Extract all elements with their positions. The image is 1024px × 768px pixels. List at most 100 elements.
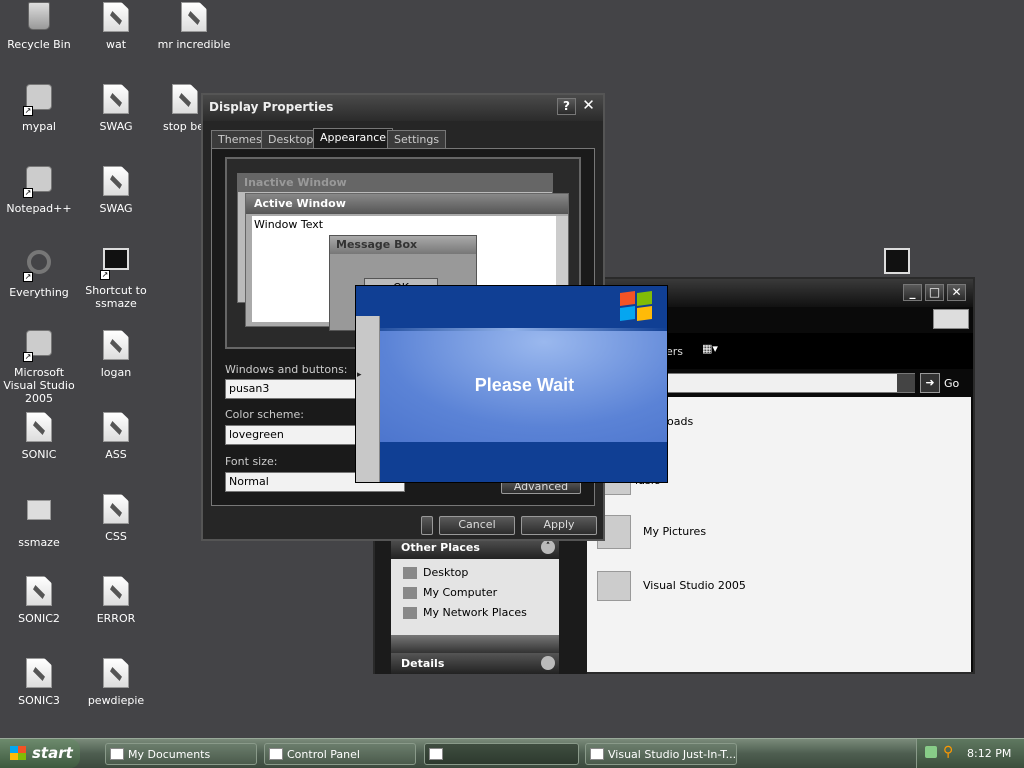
message-title: Message Box — [330, 236, 476, 254]
desktop-icon-label: SONIC — [21, 448, 57, 461]
go-button[interactable]: Go — [944, 377, 959, 390]
display-properties-titlebar[interactable]: Display Properties ? ✕ — [203, 95, 603, 121]
computer-icon — [403, 587, 417, 599]
maximize-button[interactable]: □ — [925, 284, 944, 301]
search-icon: ↗ — [23, 250, 55, 282]
views-icon[interactable]: ▦▾ — [702, 342, 732, 360]
desktop-icon-item[interactable]: ↗ Shortcut to ssmaze — [77, 248, 155, 310]
desktop-icon-item[interactable]: ↗ mypal — [0, 84, 78, 133]
close-button[interactable]: ✕ — [579, 98, 598, 115]
desktop-icon-label: Everything — [9, 286, 69, 299]
desktop-icon — [403, 567, 417, 579]
close-button[interactable]: ✕ — [947, 284, 966, 301]
desktop-icon-label: Notepad++ — [6, 202, 72, 215]
windows-buttons-label: Windows and buttons: — [225, 363, 348, 376]
expand-icon[interactable] — [541, 656, 555, 670]
desktop-icon-item[interactable]: mr incredible — [155, 2, 233, 51]
please-wait-text: Please Wait — [474, 375, 575, 395]
apply-button[interactable]: Apply — [521, 516, 597, 535]
desktop-icon-label: ssmaze — [18, 536, 60, 549]
taskbar-item-window[interactable] — [424, 743, 579, 765]
desktop-icon-label: ERROR — [96, 612, 136, 625]
other-places-title: Other Places — [401, 541, 480, 554]
desktop-icon-item[interactable]: ERROR — [77, 576, 155, 625]
other-place-my-computer[interactable]: My Computer — [403, 586, 497, 599]
file-icon — [100, 330, 132, 362]
desktop-icon-item[interactable]: SONIC3 — [0, 658, 78, 707]
desktop-icon-item[interactable]: ssmaze — [0, 494, 78, 549]
cancel-button[interactable]: Cancel — [439, 516, 515, 535]
folder-item[interactable]: Visual Studio 2005 — [597, 571, 746, 601]
desktop-icon-label: Recycle Bin — [7, 38, 71, 51]
desktop-icon-item[interactable]: ASS — [77, 412, 155, 461]
desktop-icon-item[interactable]: CSS — [77, 494, 155, 543]
desktop-icon-label: ASS — [105, 448, 127, 461]
desktop-icon-label: SONIC2 — [18, 612, 60, 625]
tab-desktop[interactable]: Desktop — [261, 130, 321, 148]
desktop-icon-label: pewdiepie — [87, 694, 145, 707]
file-icon — [178, 2, 210, 34]
help-button[interactable]: ? — [557, 98, 576, 115]
tab-appearance[interactable]: Appearance — [313, 128, 394, 148]
desktop-icon-label: mr incredible — [157, 38, 231, 51]
window-text-label: Window Text — [254, 218, 324, 231]
desktop-icon-label: CSS — [105, 530, 127, 543]
window-icon — [590, 748, 604, 760]
toolbar-folders-label[interactable]: ers — [666, 345, 683, 358]
splash-side-strip — [356, 316, 380, 482]
notepad-icon: ↗ — [23, 166, 55, 198]
windows-flag-icon — [620, 290, 654, 322]
address-dropdown[interactable] — [897, 374, 915, 392]
folder-icon — [23, 500, 55, 532]
zip-file-icon — [169, 84, 201, 116]
network-tray-icon[interactable] — [925, 746, 937, 758]
desktop-icon-item[interactable]: Recycle Bin — [0, 2, 78, 51]
please-wait-dialog: ▸ Please Wait — [355, 285, 668, 483]
taskbar-item-my-documents[interactable]: My Documents — [105, 743, 257, 765]
file-icon — [100, 658, 132, 690]
splash-arrow-icon: ▸ — [357, 370, 362, 380]
folder-item[interactable]: My Pictures — [597, 515, 706, 549]
taskbar-item-visual-studio[interactable]: Visual Studio Just-In-T... — [585, 743, 737, 765]
desktop-icon-item[interactable]: SONIC — [0, 412, 78, 461]
other-place-desktop[interactable]: Desktop — [403, 566, 468, 579]
start-button[interactable]: start — [0, 739, 80, 768]
control-panel-icon — [269, 748, 283, 760]
collapse-icon[interactable]: ˄ — [541, 540, 555, 554]
desktop-icon-item[interactable]: ↗ Microsoft Visual Studio 2005 — [0, 330, 78, 405]
minimize-button[interactable]: _ — [903, 284, 922, 301]
taskbar-item-control-panel[interactable]: Control Panel — [264, 743, 416, 765]
file-icon — [23, 412, 55, 444]
details-header[interactable]: Details — [391, 653, 559, 674]
desktop-icon-item[interactable]: ↗ Notepad++ — [0, 166, 78, 215]
folder-icon — [110, 748, 124, 760]
file-icon — [100, 2, 132, 34]
file-icon — [100, 412, 132, 444]
recycle-bin-icon — [23, 2, 55, 34]
tab-settings[interactable]: Settings — [387, 130, 447, 148]
address-bar[interactable] — [665, 373, 915, 393]
desktop-icon-item[interactable]: logan — [77, 330, 155, 379]
desktop-icon-item[interactable]: wat — [77, 2, 155, 51]
desktop-icon-label: SONIC3 — [18, 694, 60, 707]
desktop-icon-label: Shortcut to ssmaze — [85, 284, 147, 310]
windows-flag-icon — [933, 309, 969, 329]
file-icon — [23, 576, 55, 608]
search-tray-icon[interactable]: ⚲ — [943, 744, 953, 760]
go-arrow-icon[interactable]: ➜ — [920, 373, 940, 393]
file-icon — [23, 658, 55, 690]
system-tray: ⚲ 8:12 PM — [916, 739, 1024, 768]
image-file-icon — [100, 84, 132, 116]
other-place-network[interactable]: My Network Places — [403, 606, 527, 619]
raccoon-icon: ↗ — [23, 84, 55, 116]
desktop-icon-item[interactable]: SONIC2 — [0, 576, 78, 625]
desktop-app-icon[interactable] — [884, 248, 910, 274]
active-title: Active Window — [246, 194, 568, 214]
clock: 8:12 PM — [967, 747, 1012, 760]
desktop-icon-item[interactable]: SWAG — [77, 84, 155, 133]
ok-button[interactable] — [421, 516, 433, 535]
desktop-icon-item[interactable]: SWAG — [77, 166, 155, 215]
desktop-icon-item[interactable]: pewdiepie — [77, 658, 155, 707]
desktop-icon-item[interactable]: ↗ Everything — [0, 248, 78, 299]
window-icon — [429, 748, 443, 760]
